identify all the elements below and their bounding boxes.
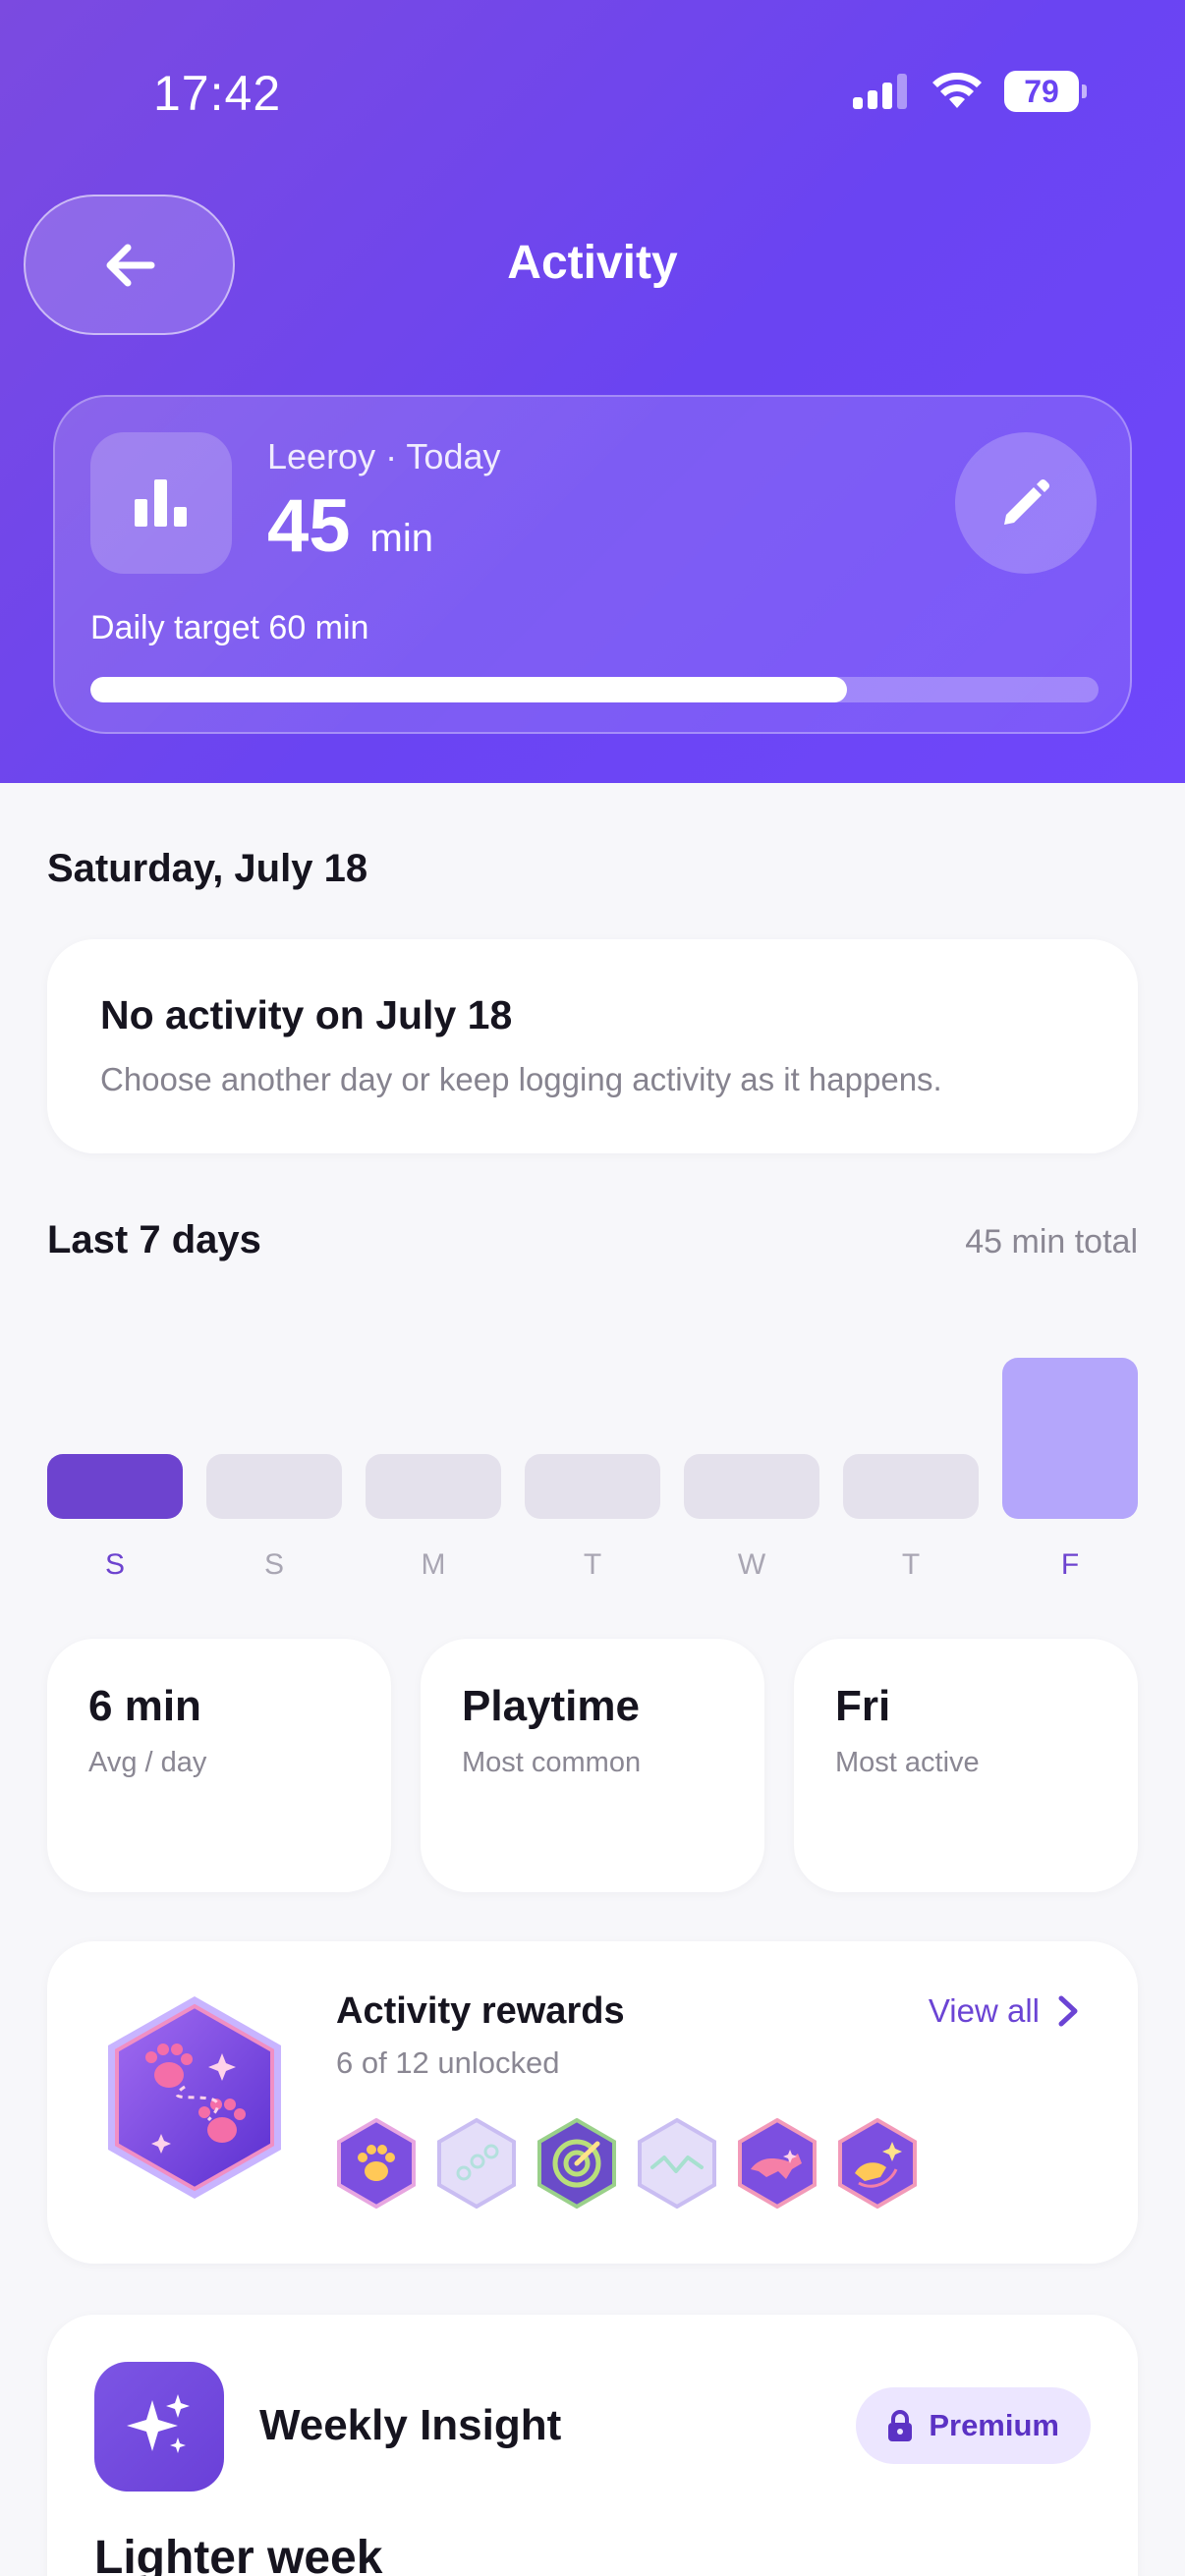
wifi-icon xyxy=(932,73,982,108)
battery-level: 79 xyxy=(1004,71,1079,112)
stat-label: Most active xyxy=(835,1747,980,1778)
chart-bar[interactable] xyxy=(206,1454,342,1519)
insight-heading: Lighter week xyxy=(94,2532,383,2576)
lock-icon xyxy=(888,2410,913,2441)
stat-card-most-active: Fri Most active xyxy=(794,1639,1138,1892)
stat-card-avg: 6 min Avg / day xyxy=(47,1639,391,1892)
no-activity-card: No activity on July 18 Choose another da… xyxy=(47,939,1138,1153)
stat-value: Fri xyxy=(835,1682,891,1730)
daily-target-label: Daily target 60 min xyxy=(90,609,369,646)
chart-day-label: W xyxy=(737,1548,766,1581)
stat-value: Playtime xyxy=(462,1682,640,1730)
progress-fill xyxy=(90,677,847,702)
minutes-unit: min xyxy=(369,517,433,560)
chart-day-label: S xyxy=(263,1548,284,1581)
page-title: Activity xyxy=(507,237,678,289)
cellular-signal-icon xyxy=(853,74,907,109)
rewards-subtitle: 6 of 12 unlocked xyxy=(336,2045,560,2080)
paw-badge-icon[interactable] xyxy=(336,2118,417,2209)
chevron-right-icon xyxy=(1058,1995,1078,2027)
chart-bar[interactable] xyxy=(1002,1358,1138,1519)
status-icons: 79 xyxy=(853,71,1087,112)
stat-label: Avg / day xyxy=(88,1747,207,1778)
chart-day-6[interactable]: F xyxy=(1002,1316,1138,1582)
dog-sparkle-badge-icon[interactable] xyxy=(837,2118,918,2209)
chart-bar[interactable] xyxy=(684,1454,819,1519)
view-all-link[interactable]: View all xyxy=(929,1992,1079,2030)
rewards-title: Activity rewards xyxy=(336,1990,625,2032)
battery-cap xyxy=(1082,84,1087,98)
daily-target-progress xyxy=(90,677,1099,702)
insight-title: Weekly Insight xyxy=(259,2401,562,2449)
battery-indicator: 79 xyxy=(1004,71,1087,112)
chart-day-label: F xyxy=(1060,1548,1080,1581)
chart-day-label: M xyxy=(421,1548,446,1581)
chart-bar[interactable] xyxy=(843,1454,979,1519)
target-badge-icon[interactable] xyxy=(536,2118,617,2209)
chart-day-4[interactable]: W xyxy=(684,1316,819,1582)
dots-badge-icon[interactable] xyxy=(436,2118,517,2209)
chart-day-2[interactable]: M xyxy=(366,1316,501,1582)
reward-badges xyxy=(336,2118,918,2209)
today-minutes: 45 min xyxy=(267,483,433,569)
activity-rewards-card[interactable]: Activity rewards 6 of 12 unlocked View a… xyxy=(47,1941,1138,2264)
no-activity-title: No activity on July 18 xyxy=(100,992,513,1037)
chart-day-label: T xyxy=(583,1548,602,1581)
paw-trail-badge-icon xyxy=(108,1996,281,2199)
running-dog-badge-icon[interactable] xyxy=(737,2118,818,2209)
premium-badge[interactable]: Premium xyxy=(856,2387,1091,2464)
stat-label: Most common xyxy=(462,1747,642,1778)
chart-day-label: S xyxy=(104,1548,125,1581)
no-activity-description: Choose another day or keep logging activ… xyxy=(100,1061,942,1097)
minutes-value: 45 xyxy=(267,484,351,568)
stat-value: 6 min xyxy=(88,1682,201,1730)
chart-day-1[interactable]: S xyxy=(206,1316,342,1582)
week-total: 45 min total xyxy=(965,1223,1138,1260)
last-7-days-title: Last 7 days xyxy=(47,1218,261,1261)
chart-bar[interactable] xyxy=(47,1454,183,1519)
stat-card-most-common: Playtime Most common xyxy=(421,1639,764,1892)
chart-day-3[interactable]: T xyxy=(525,1316,660,1582)
today-summary-card: Leeroy · Today 45 min Daily target 60 mi… xyxy=(53,395,1132,734)
pencil-icon xyxy=(1004,479,1049,525)
chart-day-label: T xyxy=(901,1548,921,1581)
pet-and-day-label: Leeroy · Today xyxy=(267,436,501,476)
wave-badge-icon[interactable] xyxy=(637,2118,717,2209)
sparkles-icon xyxy=(94,2362,224,2492)
chart-bar[interactable] xyxy=(366,1454,501,1519)
selected-date-heading: Saturday, July 18 xyxy=(47,847,368,890)
bar-chart-icon xyxy=(90,432,232,574)
view-all-label: View all xyxy=(928,1992,1040,2029)
chart-day-0[interactable]: S xyxy=(47,1316,183,1582)
chart-day-5[interactable]: T xyxy=(843,1316,979,1582)
chart-bar[interactable] xyxy=(525,1454,660,1519)
premium-label: Premium xyxy=(929,2408,1059,2442)
edit-activity-button[interactable] xyxy=(955,432,1097,574)
weekly-activity-chart: SSMTWTF xyxy=(47,1316,1138,1582)
status-time: 17:42 xyxy=(153,66,282,121)
weekly-insight-card[interactable]: Weekly Insight Premium Lighter week xyxy=(47,2315,1138,2576)
